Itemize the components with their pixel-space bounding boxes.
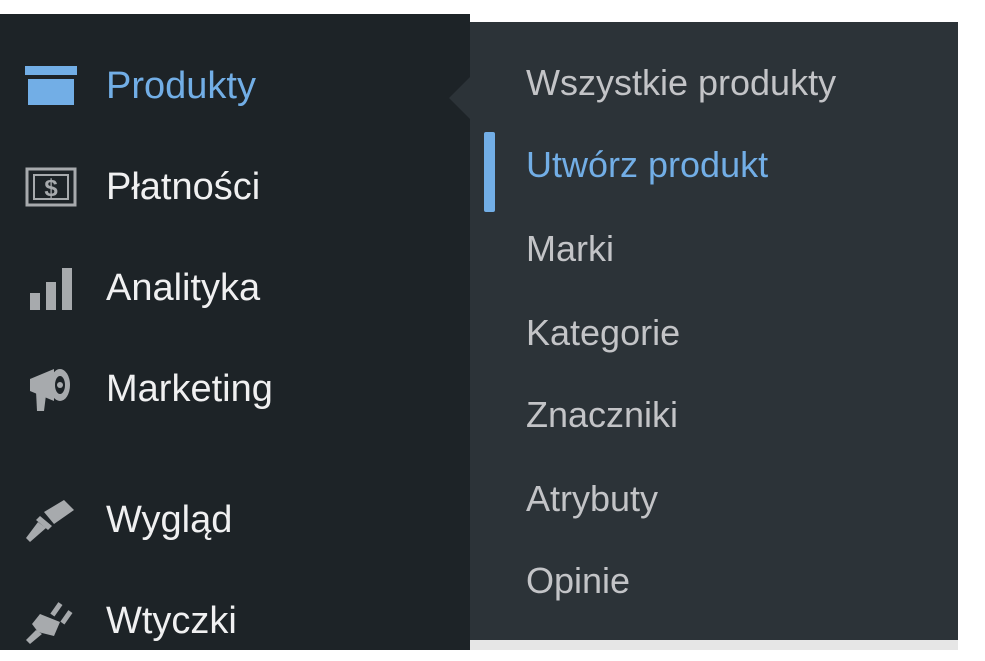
- sidebar-item-label: Produkty: [106, 64, 256, 107]
- current-item-indicator: [484, 132, 495, 212]
- submenu-item-tags[interactable]: Znaczniki: [470, 380, 958, 450]
- sidebar-item-produkty[interactable]: Produkty: [0, 46, 470, 126]
- archive-icon: [22, 57, 80, 115]
- sidebar-item-wyglad[interactable]: Wygląd: [0, 480, 470, 560]
- sidebar-item-label: Wtyczki: [106, 599, 237, 642]
- submenu-item-label: Kategorie: [526, 312, 681, 353]
- sidebar-item-wtyczki[interactable]: Wtyczki: [0, 581, 470, 661]
- submenu-item-label: Utwórz produkt: [526, 144, 769, 185]
- plugin-icon: [22, 592, 80, 650]
- dollar-bill-icon: $: [22, 158, 80, 216]
- bar-chart-icon: [22, 259, 80, 317]
- submenu-pointer: [449, 77, 470, 119]
- submenu-bottom-edge: [470, 640, 958, 650]
- submenu-item-brands[interactable]: Marki: [470, 214, 958, 284]
- paintbrush-icon: [22, 491, 80, 549]
- sidebar-item-label: Marketing: [106, 367, 273, 410]
- megaphone-icon: [22, 360, 80, 418]
- sidebar-item-marketing[interactable]: Marketing: [0, 349, 470, 429]
- submenu-item-label: Atrybuty: [526, 478, 659, 519]
- admin-sidebar: Produkty $ Płatności Analityka Marketing…: [0, 14, 470, 650]
- submenu-item-all-products[interactable]: Wszystkie produkty: [470, 48, 958, 118]
- sidebar-item-label: Analityka: [106, 266, 261, 309]
- submenu-item-label: Opinie: [526, 560, 631, 601]
- submenu-item-categories[interactable]: Kategorie: [470, 298, 958, 368]
- sidebar-item-analityka[interactable]: Analityka: [0, 248, 470, 328]
- submenu-item-label: Znaczniki: [526, 394, 679, 435]
- submenu-item-create-product[interactable]: Utwórz produkt: [470, 130, 958, 212]
- sidebar-item-label: Wygląd: [106, 498, 233, 541]
- submenu-item-label: Wszystkie produkty: [526, 62, 837, 103]
- svg-text:$: $: [44, 175, 58, 202]
- submenu-item-label: Marki: [526, 228, 614, 269]
- products-submenu: Wszystkie produkty Utwórz produkt Marki …: [470, 22, 958, 640]
- submenu-item-attributes[interactable]: Atrybuty: [470, 464, 958, 534]
- sidebar-item-label: Płatności: [106, 165, 261, 208]
- sidebar-item-platnosci[interactable]: $ Płatności: [0, 147, 470, 227]
- submenu-item-reviews[interactable]: Opinie: [470, 546, 958, 616]
